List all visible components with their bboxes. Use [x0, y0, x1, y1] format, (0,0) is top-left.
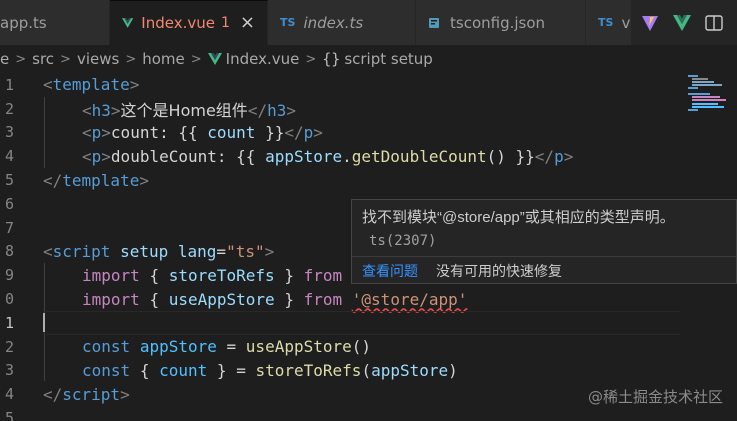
tab-bar: app.ts Index.vue 1 × TS index.ts tsconfi…: [0, 0, 737, 45]
tab-label: index.ts: [303, 13, 364, 32]
typescript-icon: TS: [598, 16, 614, 29]
code-line: 4 </script>: [0, 382, 680, 406]
chevron-right-icon: >: [15, 51, 27, 67]
breadcrumb: e > src > views > home > Index.vue > {} …: [0, 45, 737, 73]
problem-count-badge: 1: [220, 15, 230, 31]
code-line: 0 import { useAppStore } from '@store/ap…: [0, 287, 680, 311]
line-number: 0: [4, 290, 14, 309]
error-hover-popup: 找不到模块“@store/app”或其相应的类型声明。 ts(2307) 查看问…: [351, 199, 737, 284]
no-quick-fix-label: 没有可用的快速修复: [436, 262, 562, 279]
line-number: 4: [4, 385, 14, 404]
line-number: 6: [4, 194, 14, 213]
current-line-highlight: [43, 311, 680, 335]
line-number: 3: [4, 123, 14, 142]
error-squiggle[interactable]: '@store/app': [352, 290, 468, 309]
tab-index-ts[interactable]: TS index.ts: [268, 0, 416, 45]
breadcrumb-item[interactable]: src: [32, 50, 54, 68]
breadcrumb-item-symbol[interactable]: script setup: [344, 50, 433, 68]
split-editor-icon[interactable]: [705, 14, 723, 31]
typescript-icon: TS: [280, 16, 296, 29]
minimap[interactable]: [682, 73, 737, 173]
watermark: @稀土掘金技术社区: [587, 388, 723, 406]
tab-tsconfig-json[interactable]: tsconfig.json: [416, 0, 586, 45]
line-number: 3: [4, 361, 14, 380]
breadcrumb-item[interactable]: e: [0, 50, 9, 68]
chevron-right-icon: >: [190, 51, 202, 67]
code-line: 3 <p>count: {{ count }}</p>: [0, 121, 680, 145]
breadcrumb-item[interactable]: home: [142, 50, 185, 68]
code-line: 1 <template>: [0, 73, 680, 97]
error-message: 找不到模块“@store/app”或其相应的类型声明。: [362, 209, 675, 226]
code-line: 3 const { count } = storeToRefs(appStore…: [0, 359, 680, 383]
code-line: 2 const appStore = useAppStore(): [0, 335, 680, 359]
tab-label: app.ts: [0, 13, 47, 32]
tab-app-ts[interactable]: app.ts: [0, 0, 110, 45]
breadcrumb-item-file[interactable]: Index.vue: [207, 50, 300, 68]
tab-label: Index.vue: [141, 14, 215, 32]
code-line: 2 <h3>这个是Home组件</h3>: [0, 97, 680, 121]
view-problem-link[interactable]: 查看问题: [362, 261, 418, 281]
line-number: 4: [4, 147, 14, 166]
hover-status-bar: 查看问题 没有可用的快速修复: [352, 256, 736, 284]
editor-actions: [631, 0, 737, 45]
tab-index-vue[interactable]: Index.vue 1 ×: [110, 0, 268, 45]
breadcrumb-item[interactable]: views: [77, 50, 119, 68]
code-line: 5: [0, 406, 680, 421]
line-number: 9: [4, 266, 14, 285]
json-file-icon: [429, 17, 439, 28]
vite-icon[interactable]: [641, 14, 659, 32]
close-icon[interactable]: ×: [240, 14, 255, 32]
code-line-current: 1: [0, 311, 680, 335]
code-line: 5 </template>: [0, 168, 680, 192]
line-number: 2: [4, 337, 14, 356]
line-number: 1: [4, 75, 14, 94]
line-number: 2: [4, 99, 14, 118]
line-number: 8: [4, 242, 14, 261]
text-cursor: [43, 313, 45, 332]
vue-devtools-icon[interactable]: [673, 14, 691, 31]
error-code: ts(2307): [369, 233, 437, 249]
chevron-right-icon: >: [125, 51, 137, 67]
code-line: 4 <p>doubleCount: {{ appStore.getDoubleC…: [0, 144, 680, 168]
vue-icon: [122, 18, 134, 28]
vue-icon: [207, 53, 222, 65]
line-number: 5: [4, 171, 14, 190]
breadcrumb-file-label: Index.vue: [225, 50, 300, 68]
chevron-right-icon: >: [60, 51, 71, 67]
line-number: 1: [4, 313, 14, 332]
tab-label: v: [621, 13, 631, 32]
line-number: 5: [4, 409, 14, 421]
line-number: 7: [4, 218, 14, 237]
symbol-braces-icon: {}: [322, 50, 341, 68]
chevron-right-icon: >: [305, 51, 317, 67]
tab-label: tsconfig.json: [450, 13, 546, 32]
